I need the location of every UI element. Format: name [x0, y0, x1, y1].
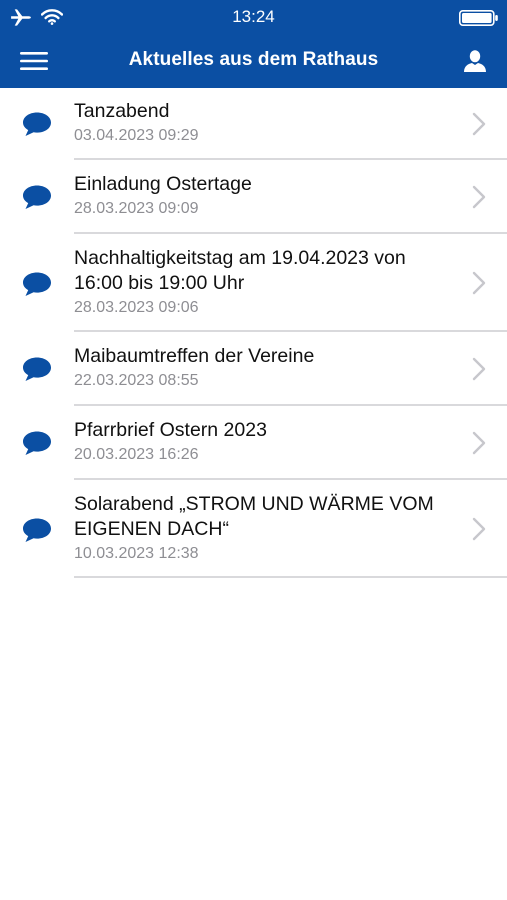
status-bar: 13:24 [0, 0, 507, 34]
news-date: 22.03.2023 08:55 [74, 372, 199, 389]
news-date: 28.03.2023 09:09 [74, 200, 199, 217]
list-item[interactable]: Maibaumtreffen der Vereine 22.03.2023 08… [0, 332, 507, 406]
list-item[interactable]: Solarabend „STROM UND WÄRME VOM EIGENEN … [0, 480, 507, 578]
app-header: 13:24 Aktuelles aus dem Rathaus [0, 0, 507, 88]
speech-bubble-icon [23, 112, 51, 136]
chevron-right-icon [472, 517, 486, 541]
news-date: 03.04.2023 09:29 [74, 127, 199, 144]
user-icon [464, 50, 486, 72]
page-title: Aktuelles aus dem Rathaus [128, 49, 379, 70]
news-title: Nachhaltigkeitstag am 19.04.2023 von 16:… [74, 247, 406, 294]
news-title: Tanzabend [74, 100, 170, 122]
list-item[interactable]: Pfarrbrief Ostern 2023 20.03.2023 16:26 [0, 406, 507, 480]
chevron-right-icon [472, 357, 486, 381]
speech-bubble-icon [23, 185, 51, 209]
battery-icon [459, 10, 498, 26]
list-item[interactable]: Einladung Ostertage 28.03.2023 09:09 [0, 160, 507, 234]
news-date: 10.03.2023 12:38 [74, 545, 199, 562]
news-list: Tanzabend 03.04.2023 09:29 Einladung Ost… [0, 88, 507, 578]
status-time: 13:24 [232, 7, 275, 26]
divider [74, 576, 507, 578]
chevron-right-icon [472, 112, 486, 136]
news-date: 28.03.2023 09:06 [74, 299, 199, 316]
chevron-right-icon [472, 185, 486, 209]
speech-bubble-icon [23, 431, 51, 455]
hamburger-menu-icon [20, 52, 48, 70]
news-title: Maibaumtreffen der Vereine [74, 345, 315, 367]
chevron-right-icon [472, 431, 486, 455]
chevron-right-icon [472, 271, 486, 295]
news-title: Pfarrbrief Ostern 2023 [74, 419, 267, 441]
profile-button[interactable] [455, 44, 495, 78]
speech-bubble-icon [23, 357, 51, 381]
news-title: Solarabend „STROM UND WÄRME VOM EIGENEN … [74, 493, 434, 540]
list-item[interactable]: Tanzabend 03.04.2023 09:29 [0, 88, 507, 160]
speech-bubble-icon [23, 272, 51, 296]
list-item[interactable]: Nachhaltigkeitstag am 19.04.2023 von 16:… [0, 234, 507, 332]
news-title: Einladung Ostertage [74, 173, 252, 195]
speech-bubble-icon [23, 518, 51, 542]
news-date: 20.03.2023 16:26 [74, 446, 199, 463]
navigation-bar: Aktuelles aus dem Rathaus [0, 34, 507, 88]
menu-button[interactable] [14, 46, 54, 76]
